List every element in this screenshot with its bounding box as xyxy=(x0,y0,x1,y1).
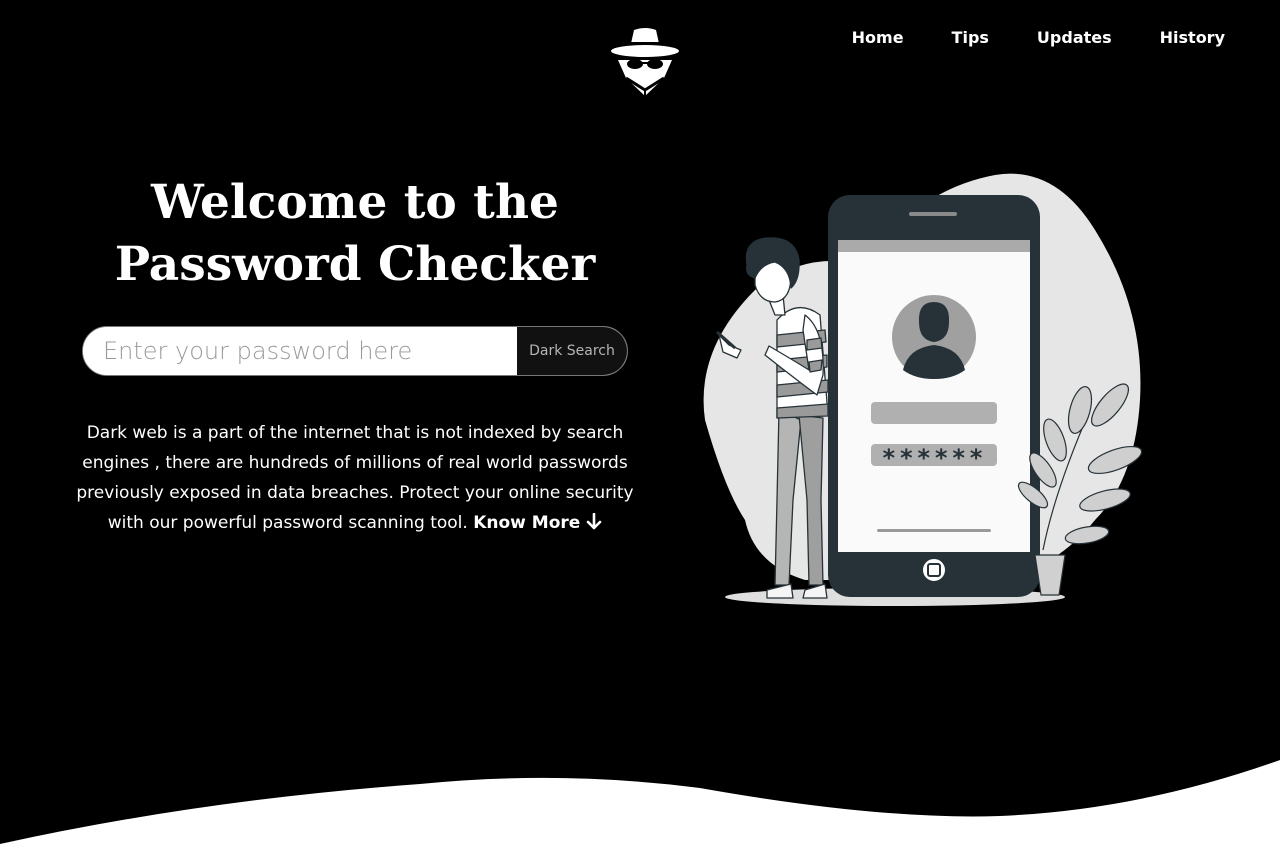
hero-title-line2: Password Checker xyxy=(114,237,596,292)
know-more-label: Know More xyxy=(473,513,581,533)
know-more-link[interactable]: Know More xyxy=(473,512,602,533)
hero-title-line1: Welcome to the xyxy=(151,175,559,230)
dark-search-button[interactable]: Dark Search xyxy=(517,327,627,375)
hero-description: Dark web is a part of the internet that … xyxy=(70,418,640,538)
arrow-down-icon xyxy=(586,512,602,530)
screen-username-field xyxy=(871,402,997,424)
nav-history[interactable]: History xyxy=(1160,28,1225,48)
spy-logo-icon[interactable] xyxy=(608,26,682,102)
avatar-head xyxy=(918,302,950,342)
phone-home-button xyxy=(921,557,947,583)
phone-speaker xyxy=(909,212,957,216)
phone-screen xyxy=(838,240,1030,552)
nav-updates[interactable]: Updates xyxy=(1037,28,1112,48)
bottom-wave xyxy=(0,760,1280,855)
password-input[interactable] xyxy=(83,327,517,375)
hero-title: Welcome to the Password Checker xyxy=(60,172,650,296)
password-search-bar: Dark Search xyxy=(82,326,628,376)
main-nav: Home Tips Updates History xyxy=(852,28,1225,48)
screen-bottom-line xyxy=(877,529,991,532)
nav-home[interactable]: Home xyxy=(852,28,904,48)
screen-header xyxy=(838,240,1030,252)
nav-tips[interactable]: Tips xyxy=(952,28,989,48)
phone-login-illustration: ****** xyxy=(703,173,1143,606)
screen-masked-password: ****** xyxy=(882,444,987,472)
